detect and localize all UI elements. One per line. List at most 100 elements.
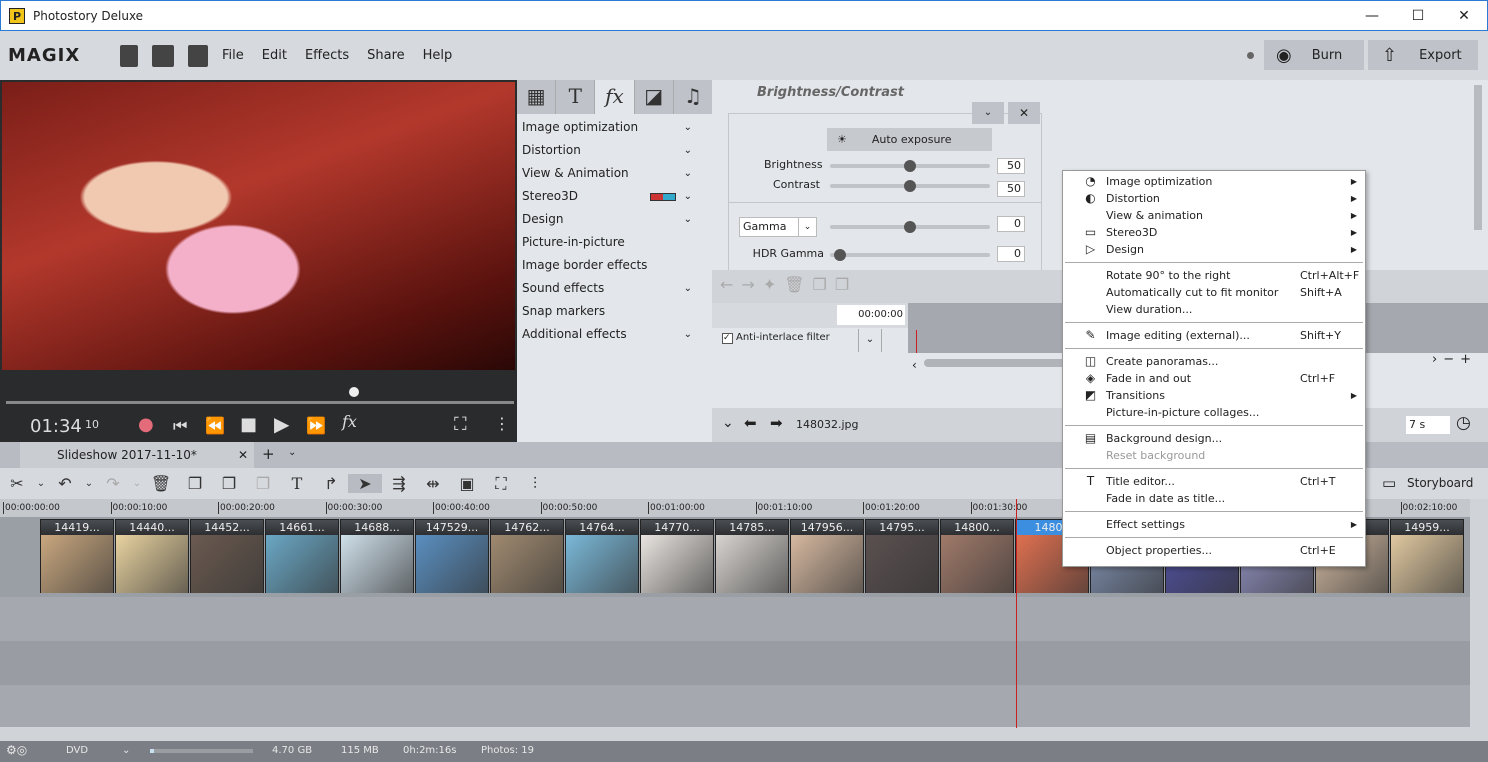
hdr-gamma-slider[interactable] xyxy=(830,249,990,261)
skip-start-button[interactable]: ⏮ xyxy=(173,416,187,436)
title-icon[interactable]: T xyxy=(280,474,314,493)
preview-scrubber[interactable] xyxy=(6,401,514,404)
context-menu-item[interactable]: ▭ Stereo3D ▶ xyxy=(1063,224,1365,241)
project-tab[interactable]: Slideshow 2017-11-10* ✕ xyxy=(20,442,254,468)
effect-scrollbar[interactable] xyxy=(1474,85,1482,230)
fx-category-item[interactable]: Additional effects ⌄ xyxy=(517,323,712,346)
anti-interlace-checkbox[interactable]: ✓ Anti-interlace filter xyxy=(722,332,830,344)
fit-icon[interactable]: ▣ xyxy=(450,474,484,493)
music-tab-icon[interactable]: ♫ xyxy=(674,80,712,114)
context-menu-item[interactable]: Automatically cut to fit monitor Shift+A xyxy=(1063,284,1365,301)
tabs-dropdown[interactable]: ⌄ xyxy=(288,447,296,458)
menu-share[interactable]: Share xyxy=(367,48,405,63)
zoom-fit-icon[interactable]: ⛶ xyxy=(484,474,518,494)
more-options-button[interactable]: ⋮ xyxy=(494,414,510,433)
contrast-slider[interactable] xyxy=(830,180,990,192)
context-menu-item[interactable]: View & animation ▶ xyxy=(1063,207,1365,224)
play-button[interactable]: ▶ xyxy=(274,412,289,436)
fx-category-item[interactable]: View & Animation ⌄ xyxy=(517,162,712,185)
context-menu-item[interactable]: ◩ Transitions ▶ xyxy=(1063,387,1365,404)
context-menu-item[interactable]: Fade in date as title... xyxy=(1063,490,1365,507)
cut-icon[interactable]: ✂ xyxy=(0,474,34,493)
menu-help[interactable]: Help xyxy=(423,48,453,63)
menu-edit[interactable]: Edit xyxy=(262,48,287,63)
photo-clip[interactable]: 14800... xyxy=(940,519,1014,593)
photo-clip[interactable]: 14795... xyxy=(865,519,939,593)
split-icon[interactable]: ⇹ xyxy=(416,474,450,493)
title-tab-icon[interactable]: T xyxy=(556,80,596,114)
fx-category-item[interactable]: Distortion ⌄ xyxy=(517,139,712,162)
fx-button[interactable]: fx xyxy=(342,412,357,431)
chevron-down-icon[interactable]: ⌄ xyxy=(684,277,692,300)
photo-clip[interactable]: 14959... xyxy=(1390,519,1464,593)
chevron-down-icon[interactable]: ⌄ xyxy=(684,208,692,231)
gamma-value[interactable]: 0 xyxy=(997,216,1025,232)
photo-clip[interactable]: 14688... xyxy=(340,519,414,593)
open-folder-icon[interactable] xyxy=(152,44,174,67)
storyboard-button[interactable]: Storyboard xyxy=(1407,476,1473,490)
chevron-down-icon[interactable]: ⌄ xyxy=(684,162,692,185)
rotate-icon[interactable]: ↱ xyxy=(314,474,348,493)
record-button[interactable]: ● xyxy=(138,414,154,435)
fx-category-item[interactable]: Snap markers xyxy=(517,300,712,323)
collapse-button[interactable]: ⌄ xyxy=(972,102,1004,124)
chevron-down-icon[interactable]: ⌄ xyxy=(684,139,692,162)
photo-clip[interactable]: 14419... xyxy=(40,519,114,593)
photo-clip[interactable]: 14440... xyxy=(115,519,189,593)
maximize-button[interactable]: ☐ xyxy=(1395,1,1441,31)
fx-category-item[interactable]: Stereo3D ⌄ xyxy=(517,185,712,208)
scroll-left-icon[interactable]: ‹ xyxy=(912,358,917,372)
menu-effects[interactable]: Effects xyxy=(305,48,349,63)
context-menu-item[interactable]: Object properties... Ctrl+E xyxy=(1063,542,1365,559)
context-menu-item[interactable]: View duration... xyxy=(1063,301,1365,318)
disc-settings-icon[interactable]: ⚙◎ xyxy=(6,743,27,757)
photo-clip[interactable]: 14661... xyxy=(265,519,339,593)
storyboard-icon[interactable]: ▭ xyxy=(1382,474,1396,492)
context-menu-item[interactable]: Reset background xyxy=(1063,447,1365,464)
brightness-value[interactable]: 50 xyxy=(997,158,1025,174)
zoom-controls[interactable]: ›−+ xyxy=(1432,352,1477,367)
context-menu-item[interactable]: ◈ Fade in and out Ctrl+F xyxy=(1063,370,1365,387)
contrast-value[interactable]: 50 xyxy=(997,181,1025,197)
slider-knob[interactable] xyxy=(904,160,916,172)
photo-clip[interactable]: 14770... xyxy=(640,519,714,593)
cut-clip-icon[interactable]: ❐ xyxy=(178,474,212,493)
slider-knob[interactable] xyxy=(834,249,846,261)
media-dropdown[interactable]: ⌄ xyxy=(122,745,130,756)
close-effect-button[interactable]: ✕ xyxy=(1008,102,1040,124)
context-menu-item[interactable]: Rotate 90° to the right Ctrl+Alt+F xyxy=(1063,267,1365,284)
add-tab-button[interactable]: + xyxy=(262,445,275,463)
context-menu-item[interactable]: ◔ Image optimization ▶ xyxy=(1063,173,1365,190)
track[interactable] xyxy=(0,597,1470,641)
scrubber-handle[interactable] xyxy=(349,387,359,397)
track[interactable] xyxy=(0,641,1470,685)
fx-tab-icon[interactable]: fx xyxy=(595,80,635,114)
keyframe-time[interactable]: 00:00:00 xyxy=(837,305,905,325)
chevron-down-icon[interactable]: ⌄ xyxy=(82,478,96,489)
new-file-icon[interactable] xyxy=(120,44,138,67)
context-menu-item[interactable]: ◐ Distortion ▶ xyxy=(1063,190,1365,207)
fx-category-item[interactable]: Sound effects ⌄ xyxy=(517,277,712,300)
context-menu-item[interactable]: ▤ Background design... xyxy=(1063,430,1365,447)
context-menu-item[interactable]: Picture-in-picture collages... xyxy=(1063,404,1365,421)
multi-select-icon[interactable]: ⇶ xyxy=(382,474,416,493)
chevron-down-icon[interactable]: ⌄ xyxy=(684,185,692,208)
mixer-icon[interactable]: ⫶ xyxy=(518,474,552,494)
duration-field[interactable]: 7 s xyxy=(1406,416,1450,434)
minimize-button[interactable]: — xyxy=(1349,1,1395,31)
fx-category-item[interactable]: Design ⌄ xyxy=(517,208,712,231)
photo-clip[interactable]: 147956... xyxy=(790,519,864,593)
brightness-slider[interactable] xyxy=(830,160,990,172)
delete-icon[interactable]: 🗑 xyxy=(144,474,178,493)
save-icon[interactable] xyxy=(188,44,208,67)
context-menu-item[interactable]: ◫ Create panoramas... xyxy=(1063,353,1365,370)
photo-clip[interactable]: 14762... xyxy=(490,519,564,593)
close-tab-icon[interactable]: ✕ xyxy=(238,442,248,468)
copy-icon[interactable]: ❐ xyxy=(212,474,246,493)
transition-tab-icon[interactable]: ◪ xyxy=(635,80,674,114)
fullscreen-button[interactable]: ⛶ xyxy=(454,414,467,435)
slider-knob[interactable] xyxy=(904,221,916,233)
timeline-hscrollbar[interactable] xyxy=(0,727,1470,741)
expand-icon[interactable]: ⌄ xyxy=(722,415,734,431)
context-menu-item[interactable]: Effect settings ▶ xyxy=(1063,516,1365,533)
